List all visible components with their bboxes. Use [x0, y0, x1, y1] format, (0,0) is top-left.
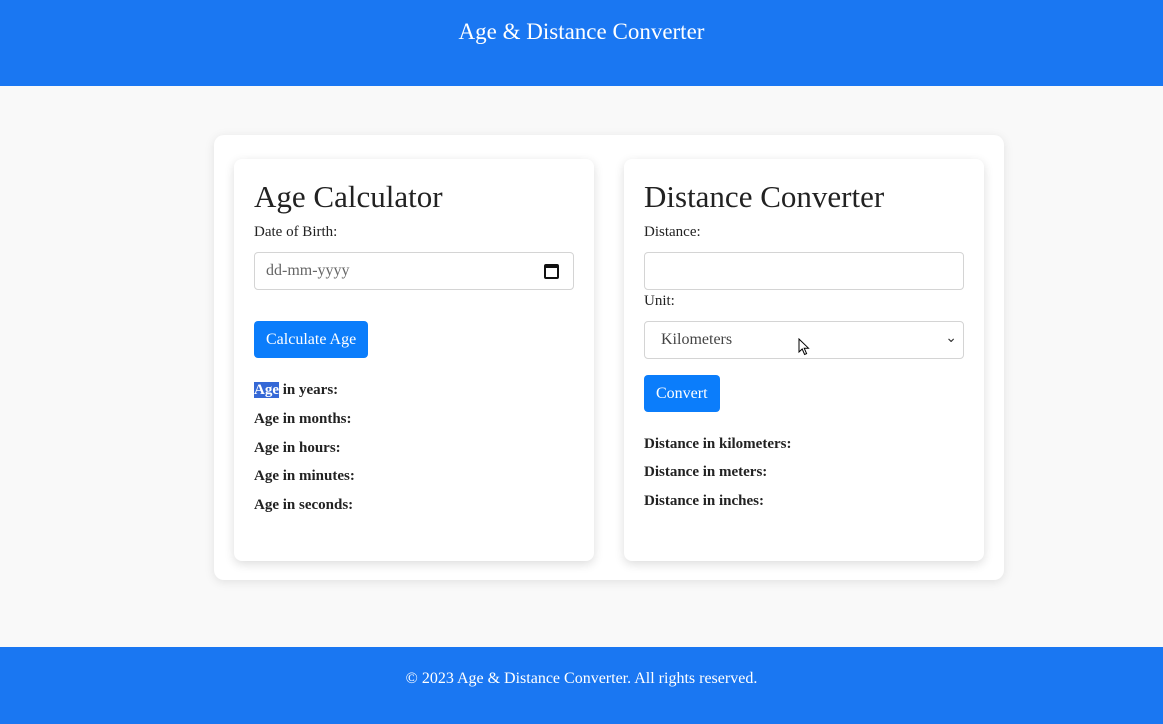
- distance-in-result: Distance in inches:: [644, 493, 764, 509]
- footer-copyright: © 2023 Age & Distance Converter. All rig…: [405, 670, 758, 687]
- header-bar: Age & Distance Converter: [0, 0, 1163, 86]
- convert-button[interactable]: Convert: [644, 375, 720, 412]
- calculate-age-button[interactable]: Calculate Age: [254, 321, 369, 358]
- dob-label: Date of Birth:: [254, 224, 338, 240]
- age-years-label: in years:: [279, 382, 339, 398]
- unit-label: Unit:: [644, 293, 675, 309]
- mouse-pointer-icon: [798, 338, 810, 356]
- distance-km-result: Distance in kilometers:: [644, 436, 792, 452]
- distance-converter-panel: Distance Converter Distance: Unit: Kilom…: [624, 159, 984, 561]
- age-calculator-title: Age Calculator: [254, 179, 443, 214]
- calendar-icon[interactable]: [544, 264, 559, 279]
- unit-selected-value: Kilometers: [661, 331, 733, 348]
- age-calculator-panel: Age Calculator Date of Birth: dd-mm-yyyy…: [234, 159, 594, 561]
- distance-label: Distance:: [644, 224, 701, 240]
- dob-input[interactable]: dd-mm-yyyy: [254, 252, 574, 290]
- age-years-result: Age in years:: [254, 382, 338, 399]
- distance-m-result: Distance in meters:: [644, 464, 768, 480]
- header-title: Age & Distance Converter: [458, 19, 705, 44]
- dob-placeholder: dd-mm-yyyy: [266, 262, 350, 279]
- footer-bar: © 2023 Age & Distance Converter. All rig…: [0, 647, 1163, 724]
- chevron-down-icon: ⌄: [945, 330, 957, 346]
- selected-text: Age: [254, 382, 279, 398]
- age-months-result: Age in months:: [254, 411, 352, 427]
- main-card: Age Calculator Date of Birth: dd-mm-yyyy…: [214, 135, 1004, 580]
- age-hours-result: Age in hours:: [254, 440, 341, 456]
- distance-input[interactable]: [644, 252, 964, 290]
- distance-converter-title: Distance Converter: [644, 179, 885, 214]
- age-seconds-result: Age in seconds:: [254, 497, 354, 513]
- age-minutes-result: Age in minutes:: [254, 468, 355, 484]
